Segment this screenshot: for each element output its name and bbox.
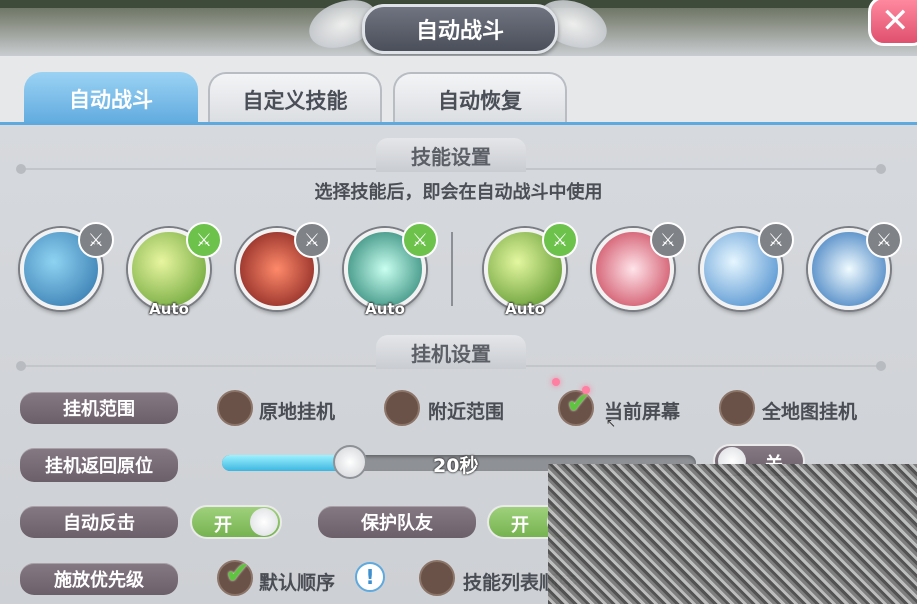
- skill-slot-ice-ground[interactable]: ⚔: [700, 222, 794, 310]
- skill-slot-red-beam[interactable]: ⚔: [592, 222, 686, 310]
- radio-label-default-order: 默认顺序: [259, 572, 336, 594]
- skill-section-heading: 技能设置: [376, 138, 526, 172]
- toggle-knob: [250, 508, 278, 536]
- slider-handle[interactable]: [332, 445, 367, 479]
- tab-custom-skills[interactable]: 自定义技能: [208, 72, 382, 126]
- close-button[interactable]: ✕: [868, 0, 917, 46]
- skill-slot-green-burst[interactable]: ⚔ Auto: [344, 222, 438, 318]
- radio-current-screen[interactable]: ✔: [558, 386, 594, 426]
- idle-range-label: 挂机范围: [20, 392, 178, 424]
- sparkle-effect: [552, 378, 560, 386]
- skill-toggle-icon[interactable]: ⚔: [866, 222, 902, 258]
- radio-label-stay-in-place: 原地挂机: [259, 401, 336, 423]
- skill-toggle-icon[interactable]: ⚔: [402, 222, 438, 258]
- skill-slot-lightning[interactable]: ⚔ Auto: [128, 222, 222, 318]
- skill-slot-fire-figure[interactable]: ⚔: [236, 222, 330, 310]
- protect-teammate-label: 保护队友: [318, 506, 476, 538]
- auto-tag: Auto: [149, 300, 189, 318]
- toggle-label: 开: [214, 515, 232, 536]
- auto-counter-toggle[interactable]: 开: [190, 505, 282, 539]
- radio-label-nearby: 附近范围: [428, 401, 505, 423]
- toggle-label: 开: [511, 515, 529, 536]
- radio-skill-list-order[interactable]: [419, 560, 455, 596]
- auto-tag: Auto: [365, 300, 405, 318]
- skill-slot-ice-shards[interactable]: ⚔: [20, 222, 114, 310]
- auto-tag: Auto: [505, 300, 545, 318]
- skill-slot-ice-crystal[interactable]: ⚔: [808, 222, 902, 310]
- skill-toggle-icon[interactable]: ⚔: [78, 222, 114, 258]
- auto-counter-label: 自动反击: [20, 506, 178, 538]
- censored-region: [548, 464, 917, 604]
- skill-group-divider: [451, 232, 453, 306]
- skill-toggle-icon[interactable]: ⚔: [542, 222, 578, 258]
- radio-nearby[interactable]: [384, 390, 420, 426]
- radio-stay-in-place[interactable]: [217, 390, 253, 426]
- close-icon: ✕: [881, 1, 910, 41]
- sparkle-effect: [582, 386, 590, 394]
- idle-section-heading: 挂机设置: [376, 335, 526, 369]
- info-icon[interactable]: !: [355, 562, 385, 592]
- window-title: 自动战斗: [362, 4, 558, 54]
- skill-toggle-icon[interactable]: ⚔: [650, 222, 686, 258]
- radio-default-order[interactable]: ✔: [217, 556, 253, 596]
- cast-priority-label: 施放优先级: [20, 563, 178, 595]
- check-icon: ✔: [225, 556, 251, 591]
- tab-auto-recover[interactable]: 自动恢复: [393, 72, 567, 126]
- return-origin-label: 挂机返回原位: [20, 448, 178, 482]
- skill-toggle-icon[interactable]: ⚔: [294, 222, 330, 258]
- skill-toggle-icon[interactable]: ⚔: [758, 222, 794, 258]
- skill-toggle-icon[interactable]: ⚔: [186, 222, 222, 258]
- return-time-value: 20秒: [433, 455, 479, 477]
- tab-auto-battle[interactable]: 自动战斗: [24, 72, 198, 126]
- slider-fill: [222, 455, 350, 471]
- radio-whole-map[interactable]: [719, 390, 755, 426]
- skill-slot-green-slash[interactable]: ⚔ Auto: [484, 222, 578, 318]
- skill-section-subtitle: 选择技能后，即会在自动战斗中使用: [314, 182, 603, 203]
- cursor-icon: ↖: [606, 416, 617, 430]
- radio-label-whole-map: 全地图挂机: [762, 401, 858, 423]
